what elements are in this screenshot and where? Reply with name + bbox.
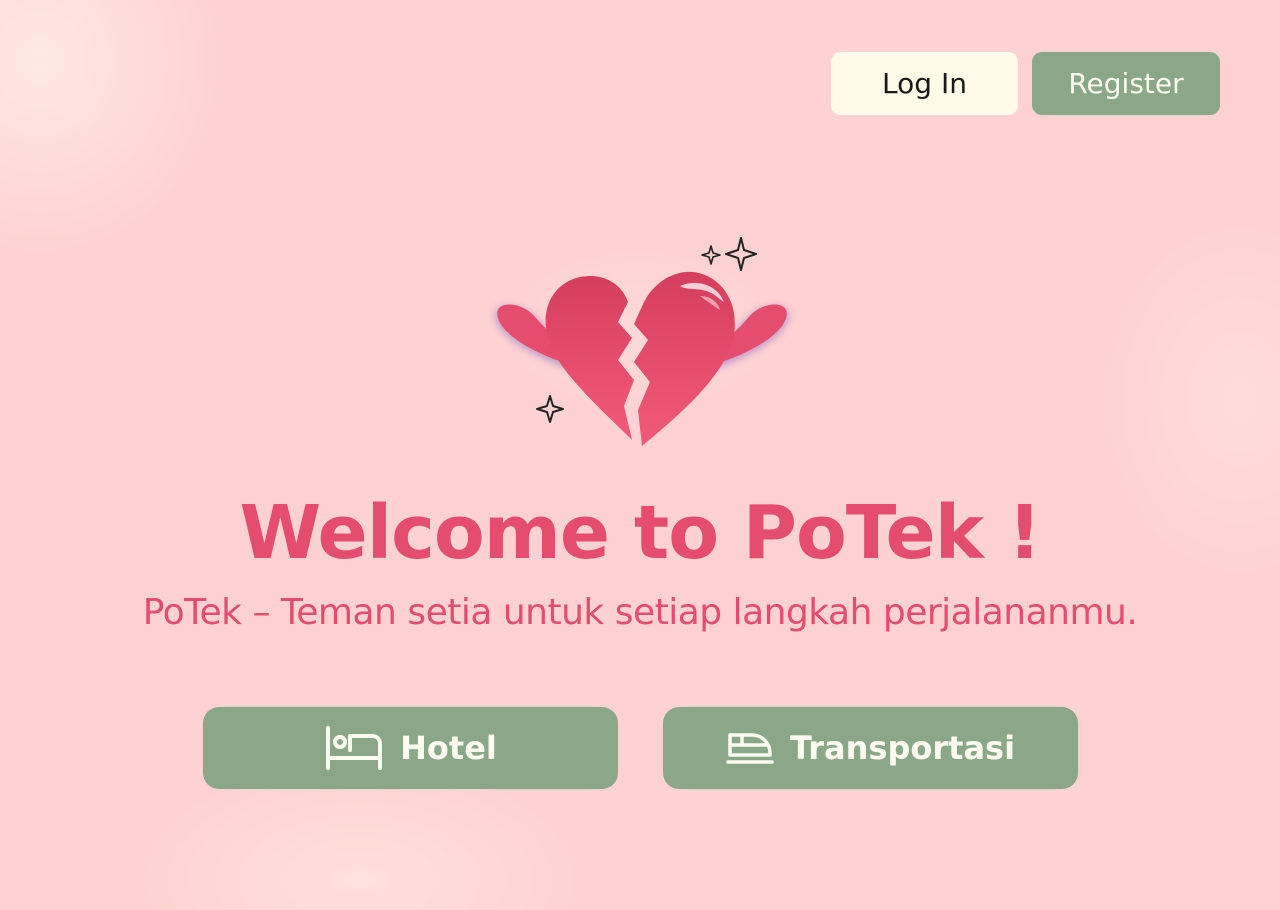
hotel-label: Hotel	[400, 729, 497, 767]
login-button[interactable]: Log In	[831, 52, 1018, 115]
broken-heart-logo	[495, 237, 789, 446]
train-icon	[726, 731, 774, 765]
page-subtitle: PoTek – Teman setia untuk setiap langkah…	[142, 592, 1138, 633]
auth-bar: Log In Register	[831, 52, 1220, 115]
transportasi-button[interactable]: Transportasi	[663, 707, 1078, 789]
register-button[interactable]: Register	[1032, 52, 1220, 115]
hotel-button[interactable]: Hotel	[203, 707, 618, 789]
transportasi-label: Transportasi	[789, 729, 1016, 767]
bed-icon	[324, 726, 384, 770]
page-title: Welcome to PoTek !	[239, 490, 1042, 576]
